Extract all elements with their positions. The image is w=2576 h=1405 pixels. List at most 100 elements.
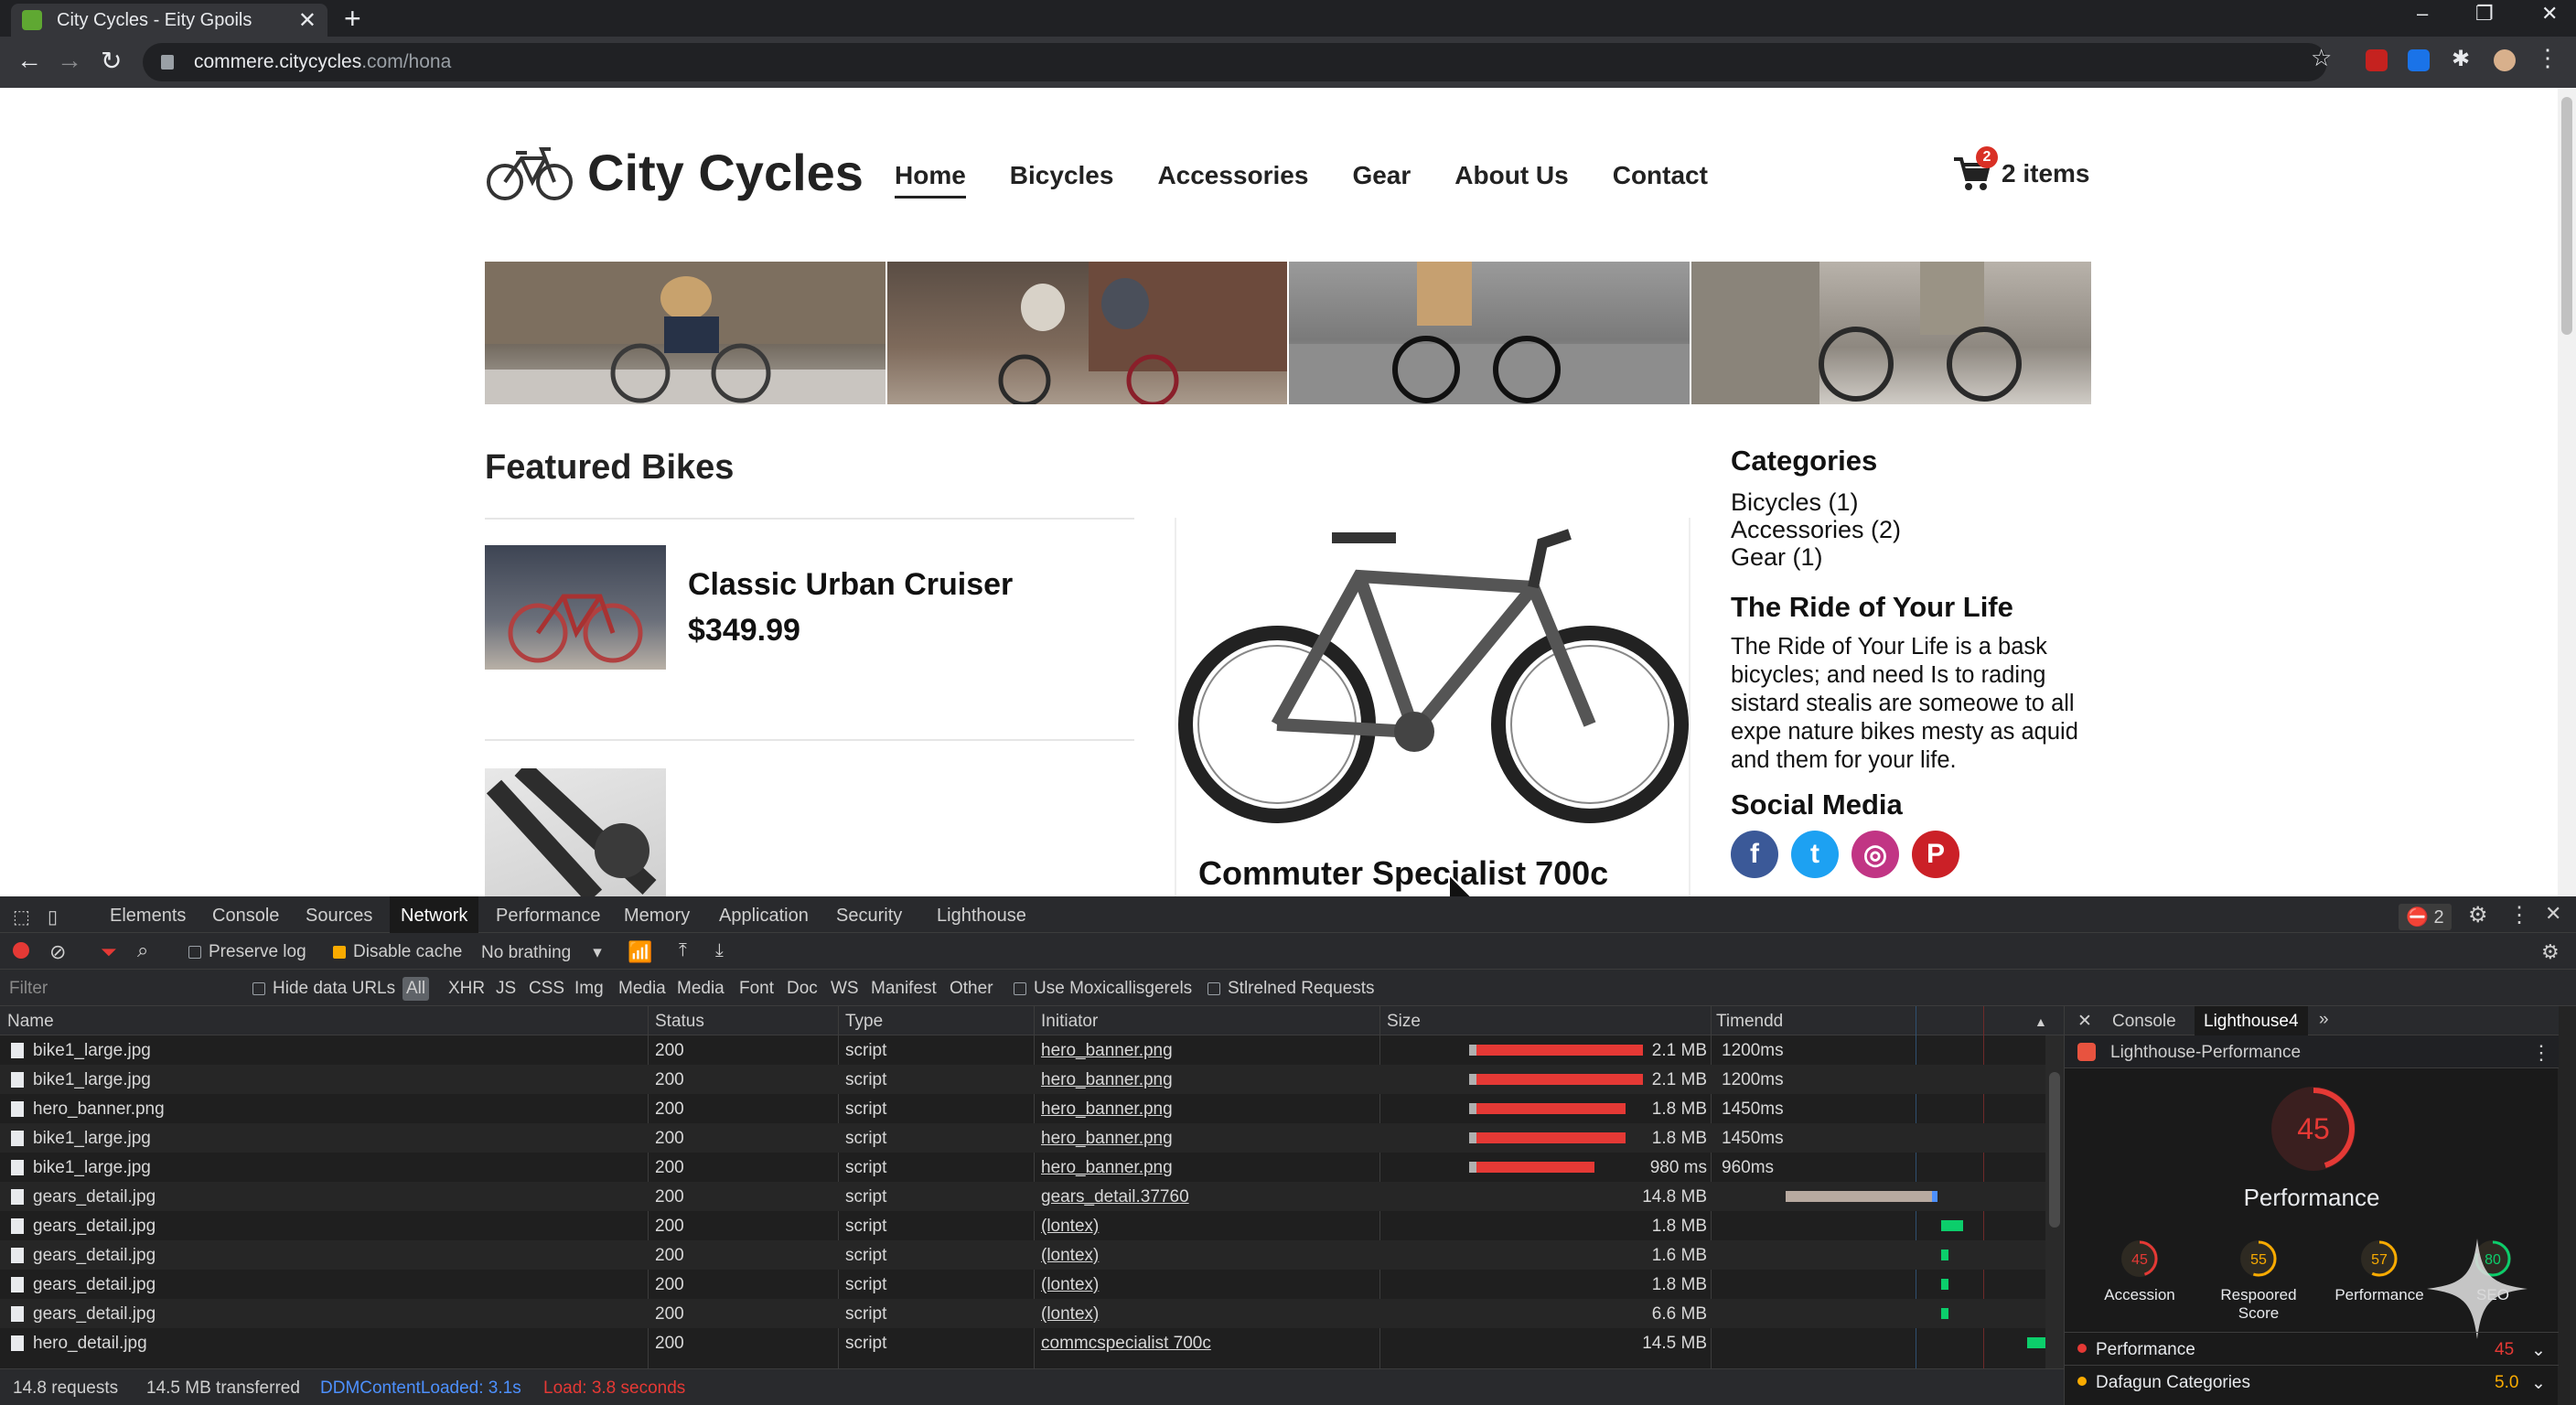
request-initiator[interactable]: (lontex) — [1041, 1304, 1099, 1325]
devtools-menu-icon[interactable]: ⋮ — [2508, 902, 2530, 928]
network-conditions-icon[interactable]: 📶 — [628, 940, 652, 964]
request-initiator[interactable]: hero_banner.png — [1041, 1070, 1173, 1090]
category-link[interactable]: Gear (1) — [1731, 543, 1823, 572]
classic-cruiser-thumbnail[interactable] — [485, 545, 666, 670]
filter-media[interactable]: Media — [618, 979, 666, 999]
instagram-icon[interactable]: ◎ — [1852, 831, 1899, 878]
request-initiator[interactable]: (lontex) — [1041, 1217, 1099, 1237]
table-row[interactable]: gears_detail.jpg 200 script (lontex) 1.8 MB — [0, 1211, 2045, 1240]
tab-console[interactable]: Console — [212, 906, 279, 927]
table-row[interactable]: gears_detail.jpg 200 script gears_detail.37… — [0, 1182, 2045, 1211]
filter-ws[interactable]: WS — [831, 979, 859, 999]
category-link[interactable]: Accessories (2) — [1731, 516, 1901, 544]
commuter-bike-image[interactable] — [1176, 507, 1690, 827]
table-row[interactable]: bike1_large.jpg 200 script hero_banner.png 9… — [0, 1153, 2045, 1182]
nav-contact[interactable]: Contact — [1613, 161, 1708, 198]
table-row[interactable]: bike1_large.jpg 200 script hero_banner.png 1… — [0, 1123, 2045, 1153]
request-initiator[interactable]: (lontex) — [1041, 1246, 1099, 1266]
category-gauge[interactable]: 57 Performance — [2323, 1239, 2432, 1330]
table-row[interactable]: hero_banner.png 200 script hero_banner.png 1… — [0, 1094, 2045, 1123]
col-timing[interactable]: Timendd — [1716, 1012, 1783, 1032]
filter-css[interactable]: CSS — [529, 979, 564, 999]
table-row[interactable]: gears_detail.jpg 200 script (lontex) 1.8 MB — [0, 1270, 2045, 1299]
filter-img[interactable]: Img — [574, 979, 604, 999]
filter-manifest[interactable]: Manifest — [871, 979, 937, 999]
import-har-icon[interactable]: ⤒ — [679, 940, 687, 961]
page-scrollbar[interactable] — [2558, 88, 2576, 896]
browser-tab[interactable]: City Cycles - Eity Gpoils ✕ — [11, 4, 327, 37]
nav-home[interactable]: Home — [895, 161, 966, 198]
product-thumbnail[interactable] — [485, 768, 666, 896]
disable-cache-checkbox[interactable]: Disable cache — [333, 942, 462, 962]
table-row[interactable]: gears_detail.jpg 200 script (lontex) 6.6 MB — [0, 1299, 2045, 1328]
request-initiator[interactable]: hero_banner.png — [1041, 1129, 1173, 1149]
network-settings-icon[interactable]: ⚙ — [2541, 940, 2560, 964]
drawer-close-icon[interactable]: ✕ — [2077, 1011, 2092, 1032]
extensions-puzzle-icon[interactable]: ✱ — [2452, 46, 2474, 71]
forward-arrow-icon[interactable]: → — [57, 46, 82, 75]
category-link[interactable]: Bicycles (1) — [1731, 488, 1859, 517]
preserve-log-checkbox[interactable]: Preserve log — [188, 942, 306, 962]
col-status[interactable]: Status — [655, 1012, 704, 1032]
devtools-close-icon[interactable]: ✕ — [2545, 902, 2561, 926]
profile-avatar[interactable] — [2494, 49, 2516, 71]
filter-icon[interactable]: ⏷ — [101, 940, 117, 964]
search-icon[interactable]: ⌕ — [137, 938, 148, 962]
filter-doc[interactable]: Doc — [787, 979, 818, 999]
nav-about-us[interactable]: About Us — [1454, 161, 1568, 198]
cart-button[interactable]: 2 2 items — [1952, 146, 2090, 192]
tab-elements[interactable]: Elements — [110, 906, 186, 927]
address-bar[interactable]: commere.citycycles .com/hona — [143, 43, 2327, 81]
request-initiator[interactable]: commcspecialist 700c — [1041, 1334, 1211, 1354]
filter-font[interactable]: Font — [739, 979, 774, 999]
nav-accessories[interactable]: Accessories — [1157, 161, 1308, 198]
category-gauge[interactable]: 45 Accession — [2083, 1239, 2193, 1330]
col-initiator[interactable]: Initiator — [1041, 1012, 1098, 1032]
tab-sources[interactable]: Sources — [306, 906, 372, 927]
filter-media-2[interactable]: Media — [677, 979, 724, 999]
categories-row[interactable]: Dafagun Categories 5.0 ⌄ — [2065, 1365, 2559, 1398]
facebook-icon[interactable]: f — [1731, 831, 1778, 878]
category-gauge[interactable]: 55 Respoored Score — [2202, 1239, 2312, 1330]
extension-shield-icon[interactable] — [2366, 49, 2388, 71]
col-size[interactable]: Size — [1387, 1012, 1421, 1032]
scrollbar-thumb[interactable] — [2561, 97, 2572, 335]
drawer-tab-lighthouse[interactable]: Lighthouse4 — [2195, 1006, 2308, 1035]
back-arrow-icon[interactable]: ← — [16, 46, 42, 75]
col-name[interactable]: Name — [7, 1012, 54, 1032]
performance-row[interactable]: Performance 45 ⌄ — [2065, 1332, 2559, 1365]
filter-all[interactable]: All — [402, 977, 430, 1001]
error-badge[interactable]: ⛔ 2 — [2399, 904, 2452, 930]
col-type[interactable]: Type — [845, 1012, 883, 1032]
browser-menu-icon[interactable]: ⋮ — [2536, 44, 2560, 71]
request-initiator[interactable]: gears_detail.37760 — [1041, 1187, 1189, 1207]
table-row[interactable]: bike1_large.jpg 200 script hero_banner.png 2… — [0, 1065, 2045, 1094]
table-row[interactable]: bike1_large.jpg 200 script hero_banner.png 2… — [0, 1035, 2045, 1065]
product-name[interactable]: Classic Urban Cruiser — [688, 567, 1013, 603]
bookmark-star-icon[interactable]: ☆ — [2311, 44, 2332, 72]
record-icon[interactable] — [13, 942, 29, 959]
twitter-icon[interactable]: t — [1791, 831, 1839, 878]
table-row[interactable]: gears_detail.jpg 200 script (lontex) 1.6 MB — [0, 1240, 2045, 1270]
reload-icon[interactable]: ↻ — [101, 46, 122, 76]
nav-bicycles[interactable]: Bicycles — [1010, 161, 1114, 198]
more-tabs-icon[interactable]: » — [2319, 1010, 2329, 1030]
extension-grid-icon[interactable] — [2408, 49, 2430, 71]
inspect-element-icon[interactable]: ⬚ — [13, 906, 30, 928]
filter-js[interactable]: JS — [496, 979, 516, 999]
minimize-button[interactable]: – — [2417, 2, 2428, 26]
tab-network[interactable]: Network — [390, 896, 479, 933]
product-name[interactable]: Commuter Specialist 700c — [1198, 854, 1608, 893]
use-option-checkbox[interactable]: Use Moxicallisgerels — [1014, 979, 1192, 999]
sort-arrow-icon[interactable]: ▲ — [2034, 1014, 2047, 1029]
filter-xhr[interactable]: XHR — [448, 979, 485, 999]
tab-close-icon[interactable]: ✕ — [298, 7, 317, 34]
export-har-icon[interactable]: ⤓ — [715, 940, 724, 961]
clear-icon[interactable]: ⊘ — [49, 940, 66, 964]
restore-button[interactable]: ❐ — [2475, 2, 2494, 26]
filter-input[interactable]: Filter — [9, 979, 48, 999]
devtools-settings-icon[interactable]: ⚙ — [2468, 902, 2488, 928]
drawer-tab-console[interactable]: Console — [2112, 1012, 2176, 1032]
request-initiator[interactable]: hero_banner.png — [1041, 1041, 1173, 1061]
request-initiator[interactable]: (lontex) — [1041, 1275, 1099, 1295]
